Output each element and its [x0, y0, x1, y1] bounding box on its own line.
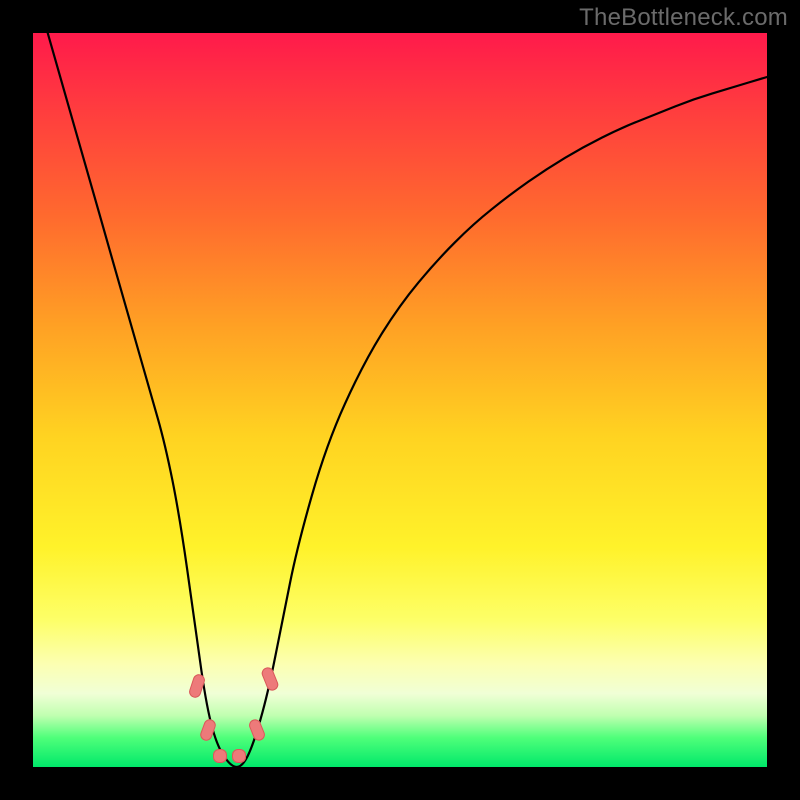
plot-area	[33, 33, 767, 767]
bottleneck-curve	[48, 33, 767, 767]
chart-frame: TheBottleneck.com	[0, 0, 800, 800]
curve-marker	[213, 749, 227, 763]
watermark-text: TheBottleneck.com	[579, 4, 788, 32]
curve-marker	[232, 749, 246, 763]
curve-svg	[33, 33, 767, 767]
